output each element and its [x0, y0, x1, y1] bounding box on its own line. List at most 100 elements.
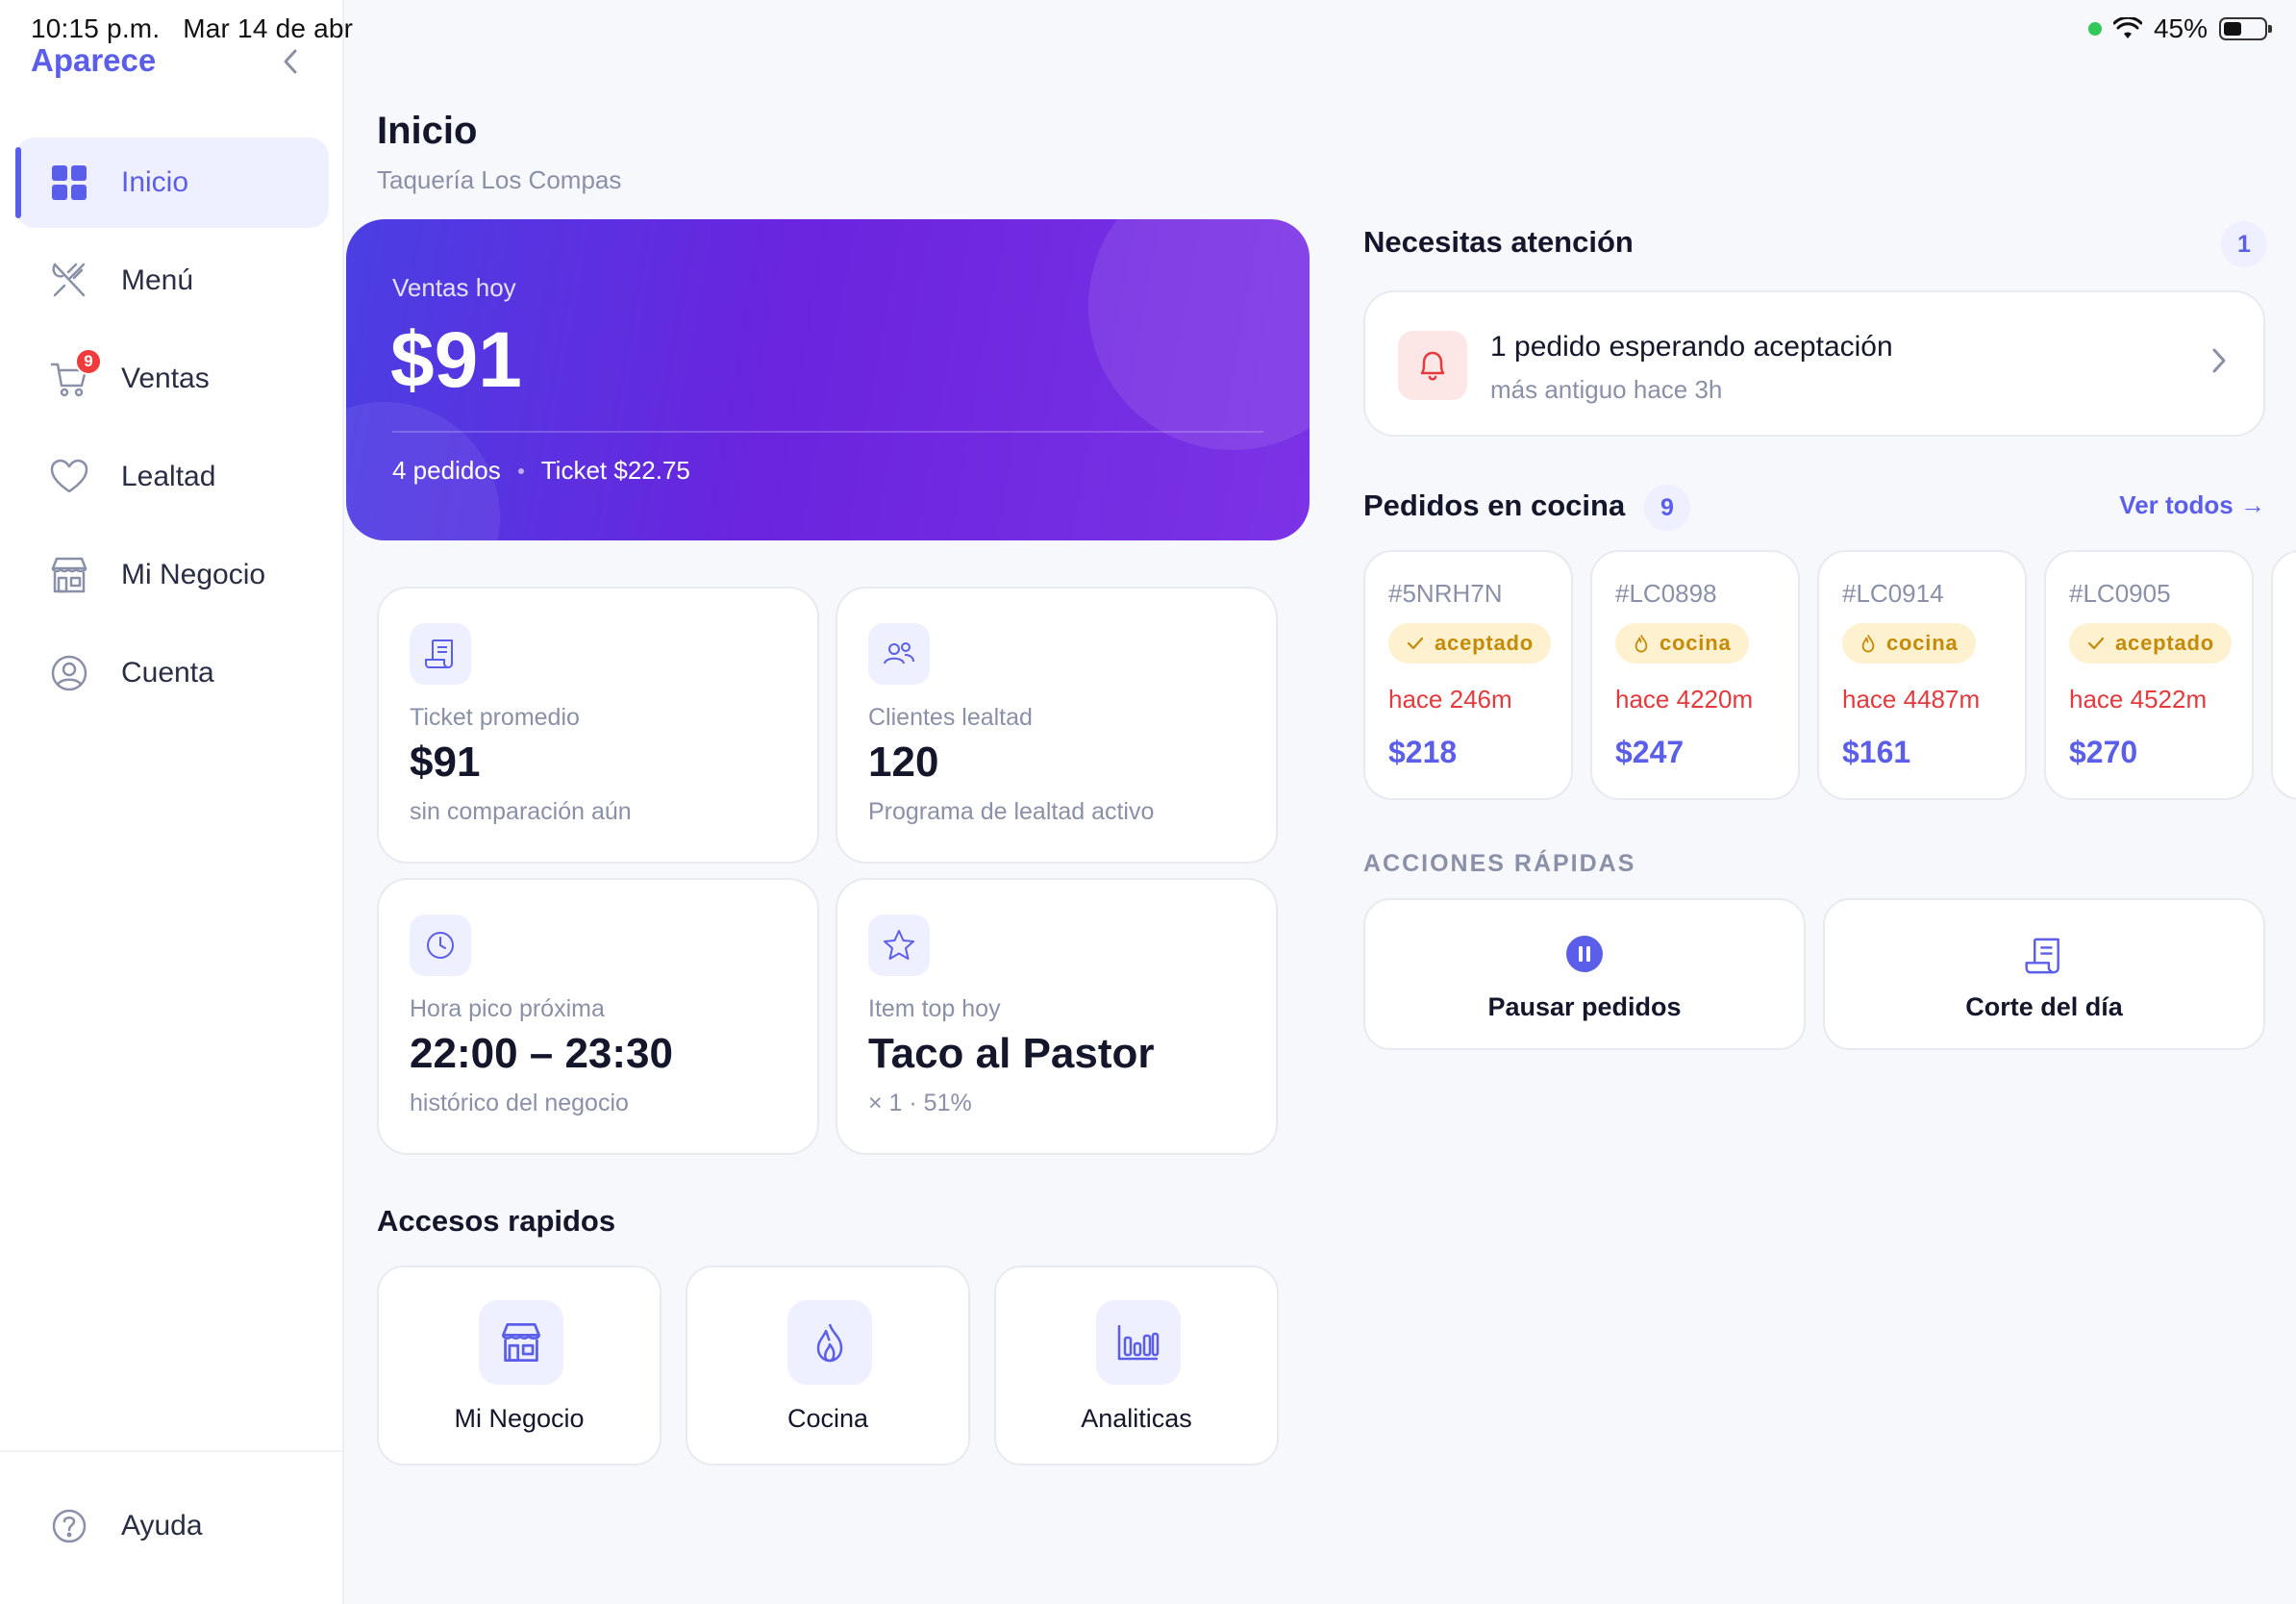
stat-label: Ticket promedio — [410, 704, 580, 731]
stat-label: Hora pico próxima — [410, 995, 605, 1022]
bar-chart-icon — [1096, 1300, 1181, 1385]
status-time: 10:15 p.m. Mar 14 de abr — [31, 13, 354, 43]
dot-separator — [517, 467, 524, 474]
status-label: cocina — [1660, 631, 1732, 655]
mic-indicator-icon — [2087, 22, 2102, 36]
order-card[interactable]: #LC0898 cocina hace 4220m $247 — [1590, 550, 1800, 800]
battery-icon — [2219, 17, 2272, 40]
sidebar-item-label: Ventas — [121, 363, 210, 394]
sidebar-item-label: Inicio — [121, 166, 189, 198]
help-icon — [48, 1505, 90, 1547]
status-badge: cocina — [1842, 623, 1976, 664]
receipt-icon — [410, 623, 471, 685]
order-total: $161 — [1842, 735, 1911, 769]
order-card[interactable]: #LC0914 cocina hace 4487m $161 — [1817, 550, 2027, 800]
sales-today-value: $91 — [390, 316, 522, 404]
check-icon — [2087, 637, 2105, 650]
shortcut-label: Cocina — [786, 1404, 869, 1433]
status-label: aceptado — [1435, 631, 1534, 655]
sidebar-item-menu[interactable]: Menú — [15, 236, 329, 326]
status-label: aceptado — [2115, 631, 2214, 655]
decorative-circle — [1088, 219, 1310, 450]
bell-icon — [1398, 331, 1467, 400]
kitchen-orders-title: Pedidos en cocina — [1363, 489, 1626, 522]
ventas-badge: 9 — [75, 348, 102, 375]
stat-value: 120 — [868, 739, 939, 786]
shortcut-label: Mi Negocio — [454, 1404, 585, 1433]
sidebar-item-label: Mi Negocio — [121, 559, 266, 590]
sidebar-item-ventas[interactable]: 9 Ventas — [15, 334, 329, 424]
status-badge: aceptado — [1388, 623, 1551, 664]
clock-icon — [410, 915, 471, 976]
order-total: $270 — [2069, 735, 2138, 769]
view-all-orders-link[interactable]: Ver todos → — [2119, 490, 2265, 520]
flame-icon — [1861, 635, 1875, 653]
order-elapsed-time: hace 4522m — [2069, 685, 2208, 714]
order-card[interactable]: #LC0905 aceptado hace 4522m $270 — [2044, 550, 2254, 800]
pause-icon — [1365, 935, 1804, 973]
sidebar-item-ayuda[interactable]: Ayuda — [48, 1505, 203, 1547]
sidebar-item-mi-negocio[interactable]: Mi Negocio — [15, 530, 329, 620]
sidebar-item-inicio[interactable]: Inicio — [15, 138, 329, 228]
cart-icon: 9 — [48, 348, 102, 400]
shortcut-cocina[interactable]: Cocina — [686, 1266, 970, 1466]
order-elapsed-time: hace 4220m — [1615, 685, 1754, 714]
order-id: #LC0914 — [1842, 579, 1944, 608]
quick-action-label: Corte del día — [1965, 992, 2123, 1021]
shortcut-analiticas[interactable]: Analiticas — [994, 1266, 1279, 1466]
store-icon — [48, 554, 90, 596]
users-icon — [868, 623, 930, 685]
stat-card-item-top: Item top hoy Taco al Pastor × 1 · 51% — [836, 878, 1278, 1155]
help-label: Ayuda — [121, 1510, 203, 1541]
sidebar-nav: Inicio Menú 9 Ventas Lealtad Mi Negocio … — [15, 138, 329, 726]
kitchen-orders-carousel[interactable]: #5NRH7N aceptado hace 246m $218 #LC0898 … — [1363, 550, 2296, 802]
utensils-icon — [48, 260, 90, 302]
sidebar-item-cuenta[interactable]: Cuenta — [15, 628, 329, 718]
stat-value: $91 — [410, 739, 481, 786]
stat-subtext: histórico del negocio — [410, 1090, 629, 1116]
sidebar-item-lealtad[interactable]: Lealtad — [15, 432, 329, 522]
stat-subtext: sin comparación aún — [410, 798, 632, 825]
stat-subtext: × 1 · 51% — [868, 1090, 972, 1116]
sales-today-card[interactable]: Ventas hoy $91 4 pedidos Ticket $22.75 — [346, 219, 1310, 540]
order-elapsed-time: hace 4487m — [1842, 685, 1981, 714]
order-total: $218 — [1388, 735, 1458, 769]
attention-count-badge: 1 — [2221, 221, 2267, 267]
order-card-partial[interactable] — [2271, 550, 2296, 800]
flame-icon — [787, 1300, 872, 1385]
divider — [392, 431, 1263, 433]
sidebar: Aparece Inicio Menú 9 Ventas Lealtad Mi … — [0, 0, 344, 1604]
page-subtitle: Taquería Los Compas — [377, 165, 622, 194]
grid-icon — [48, 162, 90, 204]
receipt-icon — [1825, 935, 2263, 977]
user-circle-icon — [48, 652, 90, 694]
heart-icon — [48, 456, 90, 498]
order-card[interactable]: #5NRH7N aceptado hace 246m $218 — [1363, 550, 1573, 800]
sidebar-item-label: Lealtad — [121, 461, 216, 492]
flame-icon — [1635, 635, 1648, 653]
shortcut-mi-negocio[interactable]: Mi Negocio — [377, 1266, 661, 1466]
stat-card-clientes-lealtad: Clientes lealtad 120 Programa de lealtad… — [836, 587, 1278, 864]
stat-card-hora-pico: Hora pico próxima 22:00 – 23:30 históric… — [377, 878, 819, 1155]
star-icon — [868, 915, 930, 976]
status-right: 45% — [2087, 13, 2272, 44]
order-id: #LC0898 — [1615, 579, 1717, 608]
day-close-button[interactable]: Corte del día — [1823, 898, 2265, 1050]
stat-label: Item top hoy — [868, 995, 1001, 1022]
stat-value: 22:00 – 23:30 — [410, 1030, 673, 1077]
order-elapsed-time: hace 246m — [1388, 685, 1512, 714]
battery-percent: 45% — [2153, 13, 2208, 43]
sales-meta: 4 pedidos Ticket $22.75 — [392, 456, 690, 486]
shortcuts-title: Accesos rapidos — [377, 1204, 616, 1238]
status-label: cocina — [1886, 631, 1959, 655]
wifi-icon — [2112, 17, 2142, 38]
pause-orders-button[interactable]: Pausar pedidos — [1363, 898, 1806, 1050]
sidebar-divider — [0, 1450, 342, 1452]
sidebar-item-label: Cuenta — [121, 657, 214, 689]
sales-today-label: Ventas hoy — [392, 273, 516, 302]
pending-order-alert[interactable]: 1 pedido esperando aceptación más antigu… — [1363, 290, 2265, 437]
order-total: $247 — [1615, 735, 1685, 769]
store-icon — [479, 1300, 563, 1385]
shortcut-label: Analiticas — [1081, 1404, 1192, 1433]
stat-card-ticket-promedio: Ticket promedio $91 sin comparación aún — [377, 587, 819, 864]
